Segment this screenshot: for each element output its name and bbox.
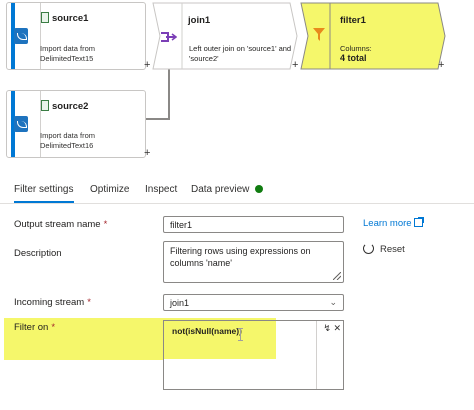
join1-title: join1 [188, 15, 211, 26]
columns-label: Columns: [340, 44, 372, 53]
output-stream-input[interactable]: filter1 [163, 216, 344, 233]
incoming-stream-label: Incoming stream * [14, 297, 91, 308]
status-dot-icon [255, 185, 263, 193]
filter-icon [313, 28, 325, 47]
description-line-2: columns 'name' [170, 258, 232, 268]
source1-desc-2: DelimitedText15 [40, 54, 94, 63]
add-transform-button[interactable]: + [144, 147, 150, 159]
dataflow-canvas[interactable]: source1 Import data from DelimitedText15… [0, 0, 474, 168]
source-icon [14, 116, 28, 132]
expression-tools: ↯ ✕ [323, 323, 341, 334]
learn-more-link[interactable]: Learn more [363, 218, 412, 229]
source2-desc-2: DelimitedText16 [40, 141, 94, 150]
incoming-stream-value: join1 [170, 298, 190, 308]
reset-icon[interactable] [363, 243, 374, 254]
reset-button[interactable]: Reset [380, 244, 405, 255]
resize-grip-icon[interactable] [333, 272, 341, 280]
filter-expression[interactable]: not(isNull(name)) [172, 326, 242, 336]
filter1-title: filter1 [340, 15, 366, 26]
filter-expression-editor[interactable]: not(isNull(name)) ↯ ✕ [163, 320, 344, 390]
tab-data-preview[interactable]: Data preview [191, 184, 249, 195]
document-icon [41, 100, 49, 111]
description-line-1: Filtering rows using expressions on [170, 246, 311, 256]
source1-desc-1: Import data from [40, 44, 96, 53]
divider [316, 321, 317, 389]
add-transform-button[interactable]: + [292, 59, 298, 71]
active-tab-indicator [14, 201, 74, 203]
settings-tabs: Filter settings Optimize Inspect Data pr… [0, 176, 474, 204]
close-icon[interactable]: ✕ [333, 323, 341, 333]
chevron-down-icon[interactable]: ⌄ [329, 297, 337, 308]
filter-on-label: Filter on * [14, 322, 56, 333]
tab-inspect[interactable]: Inspect [145, 184, 177, 195]
text-cursor-icon [238, 328, 243, 341]
connector-line [146, 118, 170, 120]
join1-desc-2: 'source2' [189, 54, 219, 63]
output-stream-label: Output stream name * [14, 219, 108, 230]
join1-desc-1: Left outer join on 'source1' and [189, 44, 292, 53]
description-label: Description [14, 248, 62, 259]
external-link-icon[interactable] [414, 217, 424, 227]
add-transform-button[interactable]: + [144, 59, 150, 71]
source2-title: source2 [52, 101, 89, 112]
document-icon [41, 12, 49, 23]
tab-filter-settings[interactable]: Filter settings [14, 184, 73, 195]
tab-optimize[interactable]: Optimize [90, 184, 129, 195]
source2-desc-1: Import data from [40, 131, 96, 140]
join-icon [161, 30, 178, 48]
expression-builder-icon[interactable]: ↯ [323, 323, 331, 333]
source-icon [14, 28, 28, 44]
source1-title: source1 [52, 13, 89, 24]
incoming-stream-select[interactable]: join1 ⌄ [163, 294, 344, 311]
add-transform-button[interactable]: + [438, 59, 444, 71]
description-textarea[interactable]: Filtering rows using expressions on colu… [163, 241, 344, 283]
columns-value: 4 total [340, 53, 367, 63]
